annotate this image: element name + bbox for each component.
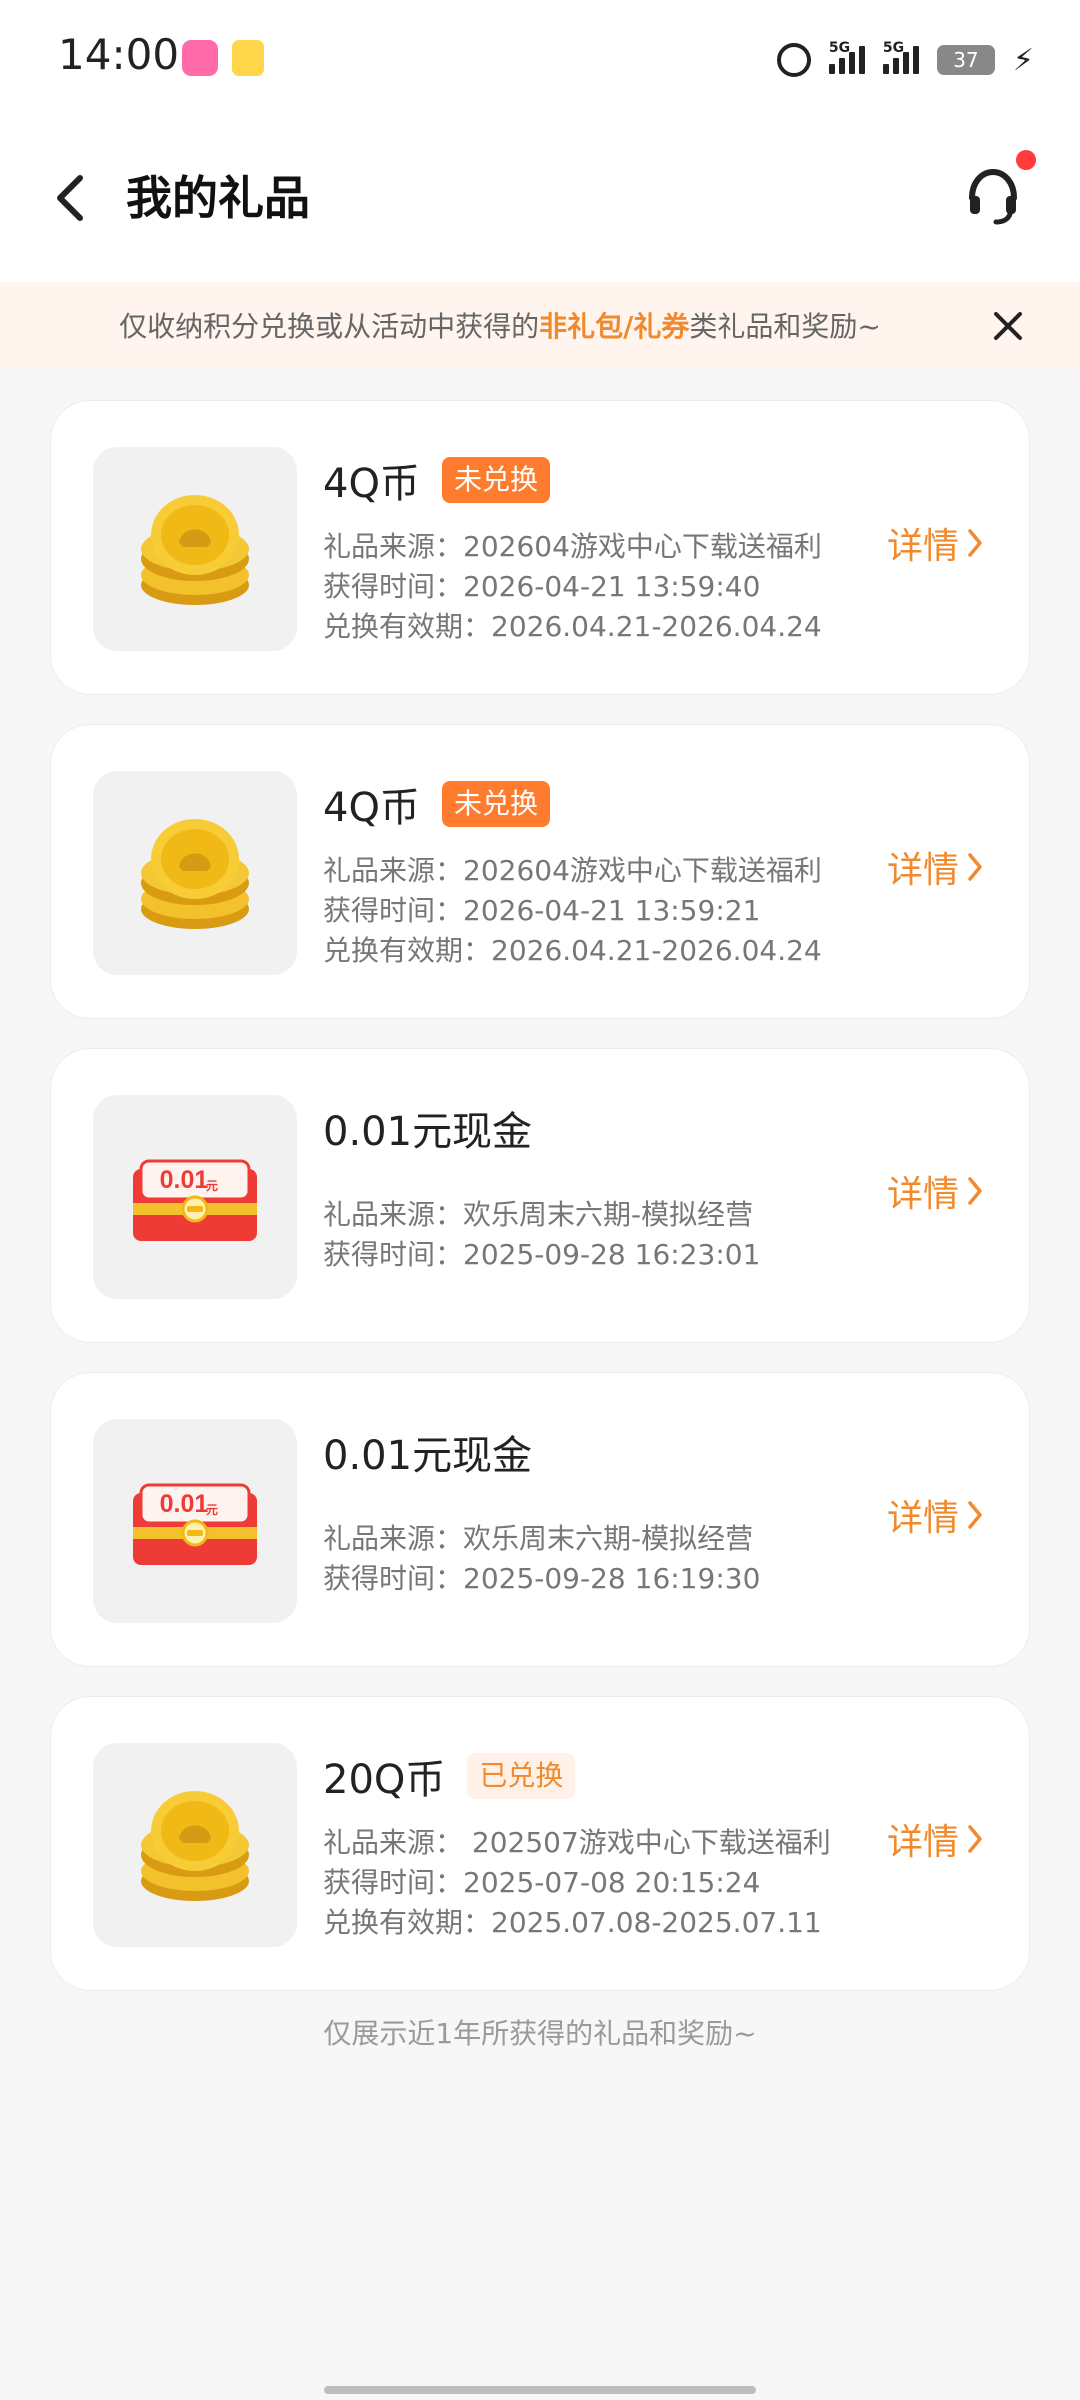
- gift-validity: 兑换有效期：2026.04.21-2026.04.24: [323, 610, 822, 643]
- gift-title: 4Q币: [323, 461, 420, 507]
- gift-title: 20Q币: [323, 1757, 446, 1803]
- cash-unit: 元: [206, 1503, 218, 1517]
- gift-title: 0.01元现金: [323, 1433, 533, 1479]
- gift-card[interactable]: 0.01 元 0.01元现金 礼品来源：欢乐周末六期-模拟经营 获得时间：202…: [50, 1048, 1030, 1343]
- detail-label: 详情: [886, 1498, 959, 1539]
- gift-time: 获得时间：2025-07-08 20:15:24: [323, 1866, 761, 1899]
- headset-icon: [969, 168, 1017, 225]
- notice-close-button[interactable]: [984, 302, 1032, 350]
- page-header: 我的礼品: [0, 120, 1080, 282]
- gift-source: 礼品来源：欢乐周末六期-模拟经营: [323, 1522, 754, 1555]
- cash-envelope-icon: 0.01 元: [133, 1483, 257, 1565]
- gift-title-row: 20Q币 已兑换: [323, 1747, 576, 1805]
- gift-validity: 兑换有效期：2025.07.08-2025.07.11: [323, 1906, 822, 1939]
- chevron-right-icon: [968, 853, 982, 881]
- app-notification-icon-1: [182, 40, 218, 76]
- gift-thumbnail: 0.01 元: [93, 1095, 297, 1299]
- gift-thumbnail: [93, 447, 297, 651]
- network-type-label-2: 5G: [882, 40, 905, 56]
- signal-bar: [828, 64, 835, 74]
- battery-icon: 37: [936, 45, 995, 75]
- notice-text-before: 仅收纳积分兑换或从活动中获得的: [119, 310, 540, 343]
- detail-link[interactable]: 详情: [887, 841, 985, 893]
- battery-level: 37: [953, 48, 979, 72]
- gift-validity: 兑换有效期：2026.04.21-2026.04.24: [323, 934, 822, 967]
- alarm-icon: [776, 43, 811, 77]
- gift-time: 获得时间：2026-04-21 13:59:40: [323, 570, 761, 603]
- chevron-right-icon: [968, 1501, 982, 1529]
- chevron-right-icon: [968, 1177, 982, 1205]
- cash-unit: 元: [206, 1179, 218, 1193]
- q-coin-icon: [141, 1791, 249, 1901]
- status-badge: 未兑换: [441, 457, 550, 503]
- detail-label: 详情: [886, 1822, 959, 1863]
- charging-icon: ⚡: [1012, 42, 1034, 78]
- gift-title-row: 0.01元现金: [323, 1099, 532, 1157]
- home-indicator[interactable]: [324, 2386, 756, 2394]
- chevron-right-icon: [968, 1825, 982, 1853]
- notification-dot: [1016, 150, 1036, 170]
- gift-title: 0.01元现金: [323, 1109, 533, 1155]
- network-type-label-1: 5G: [828, 40, 851, 56]
- cash-envelope-icon: 0.01 元: [133, 1159, 257, 1241]
- detail-link[interactable]: 详情: [887, 517, 985, 569]
- notice-text-after: 类礼品和奖励~: [689, 310, 881, 343]
- detail-link[interactable]: 详情: [887, 1165, 985, 1217]
- signal-icon-1: 5G: [828, 40, 865, 74]
- chevron-right-icon: [968, 529, 982, 557]
- signal-bar: [892, 58, 899, 74]
- app-notification-icon-2: [232, 40, 264, 76]
- back-arrow-icon: [57, 175, 83, 221]
- gift-time: 获得时间：2025-09-28 16:19:30: [323, 1562, 761, 1595]
- gift-time: 获得时间：2026-04-21 13:59:21: [323, 894, 761, 927]
- status-bar: 14:00 5G 5G 37 ⚡: [0, 0, 1080, 120]
- detail-link[interactable]: 详情: [887, 1813, 985, 1865]
- signal-bar: [838, 58, 845, 74]
- cash-amount: 0.01: [160, 1490, 209, 1518]
- notice-banner: 仅收纳积分兑换或从活动中获得的非礼包/礼券类礼品和奖励~: [0, 282, 1080, 370]
- gift-source: 礼品来源：202604游戏中心下载送福利: [323, 530, 822, 563]
- gift-thumbnail: 0.01 元: [93, 1419, 297, 1623]
- detail-link[interactable]: 详情: [887, 1489, 985, 1541]
- status-badge: 已兑换: [467, 1753, 576, 1799]
- gift-source: 礼品来源： 202507游戏中心下载送福利: [323, 1826, 831, 1859]
- close-icon: [994, 312, 1022, 340]
- gift-thumbnail: [93, 771, 297, 975]
- gift-title-row: 4Q币 未兑换: [323, 451, 550, 509]
- signal-bar: [882, 64, 889, 74]
- page-title: 我的礼品: [126, 171, 310, 225]
- gift-source: 礼品来源：202604游戏中心下载送福利: [323, 854, 822, 887]
- gift-title-row: 0.01元现金: [323, 1423, 532, 1481]
- signal-bar: [858, 46, 865, 74]
- back-button[interactable]: [42, 168, 102, 228]
- detail-label: 详情: [886, 526, 959, 567]
- cash-amount: 0.01: [160, 1166, 209, 1194]
- notice-text: 仅收纳积分兑换或从活动中获得的非礼包/礼券类礼品和奖励~: [0, 305, 1000, 345]
- gift-card[interactable]: 4Q币 未兑换 礼品来源：202604游戏中心下载送福利 获得时间：2026-0…: [50, 400, 1030, 695]
- gift-thumbnail: [93, 1743, 297, 1947]
- footer-note: 仅展示近1年所获得的礼品和奖励~: [323, 2017, 757, 2050]
- gift-title-row: 4Q币 未兑换: [323, 775, 550, 833]
- signal-icon-2: 5G: [882, 40, 919, 74]
- gift-time: 获得时间：2025-09-28 16:23:01: [323, 1238, 761, 1271]
- gift-card[interactable]: 20Q币 已兑换 礼品来源： 202507游戏中心下载送福利 获得时间：2025…: [50, 1696, 1030, 1991]
- gift-title: 4Q币: [323, 785, 420, 831]
- q-coin-icon: [141, 495, 249, 605]
- q-coin-icon: [141, 819, 249, 929]
- detail-label: 详情: [886, 850, 959, 891]
- gift-card[interactable]: 0.01 元 0.01元现金 礼品来源：欢乐周末六期-模拟经营 获得时间：202…: [50, 1372, 1030, 1667]
- notice-highlight: 非礼包/礼券: [539, 310, 690, 343]
- customer-service-button[interactable]: [958, 150, 1036, 230]
- status-indicators: 5G 5G 37 ⚡: [776, 38, 1034, 82]
- signal-bar: [912, 46, 919, 74]
- gift-source: 礼品来源：欢乐周末六期-模拟经营: [323, 1198, 754, 1231]
- status-time: 14:00: [58, 30, 180, 79]
- gift-card[interactable]: 4Q币 未兑换 礼品来源：202604游戏中心下载送福利 获得时间：2026-0…: [50, 724, 1030, 1019]
- status-badge: 未兑换: [441, 781, 550, 827]
- detail-label: 详情: [886, 1174, 959, 1215]
